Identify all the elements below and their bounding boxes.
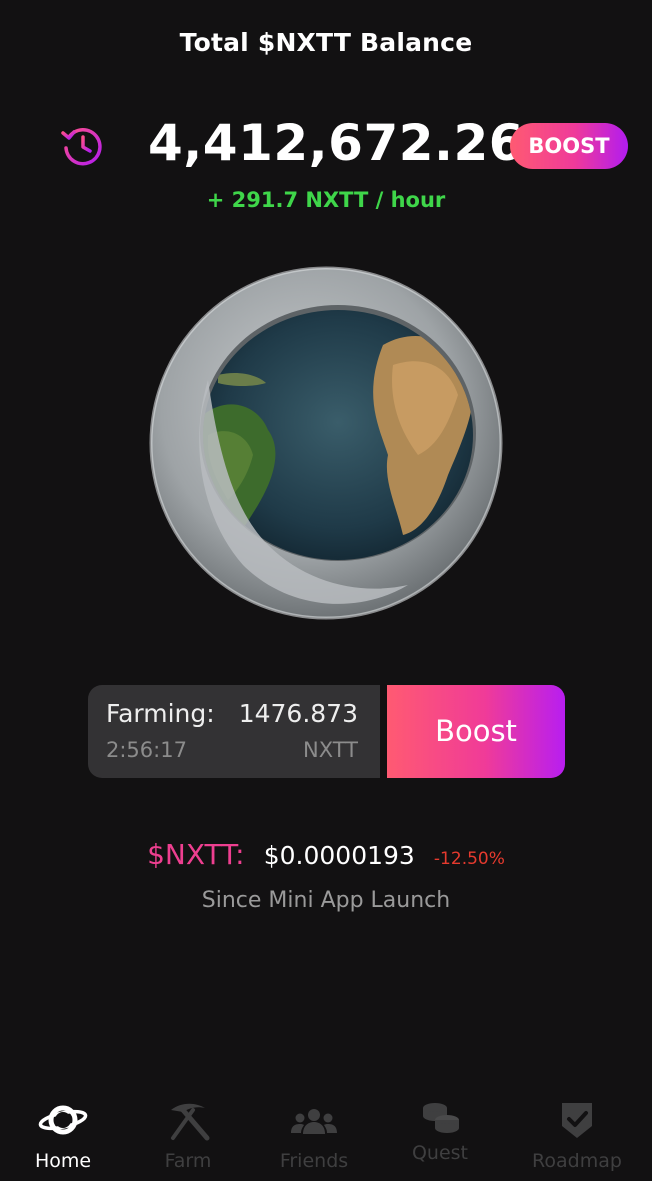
pickaxe-icon xyxy=(171,1103,210,1141)
price-since-label: Since Mini App Launch xyxy=(201,888,451,913)
users-icon xyxy=(291,1109,337,1134)
price-change: -12.50% xyxy=(433,849,505,869)
nav-label-roadmap: Roadmap xyxy=(532,1150,622,1172)
history-clock-icon[interactable] xyxy=(60,123,106,169)
planet-icon xyxy=(38,1105,88,1135)
boost-button[interactable]: Boost xyxy=(387,685,565,778)
nav-item-roadmap[interactable]: Roadmap xyxy=(517,1090,637,1181)
nav-item-friends[interactable]: Friends xyxy=(254,1090,374,1181)
price-label: $NXTT: xyxy=(147,838,245,871)
earth-globe-image xyxy=(149,266,503,620)
nav-label-quest: Quest xyxy=(411,1142,469,1164)
farming-card: Farming: 1476.873 2:56:17 NXTT xyxy=(88,685,380,778)
nav-item-quest[interactable]: Quest xyxy=(380,1090,500,1181)
nav-label-friends: Friends xyxy=(279,1150,349,1172)
price-value: $0.0000193 xyxy=(263,841,415,870)
boost-pill-button[interactable]: BOOST xyxy=(510,123,628,169)
shield-check-icon xyxy=(562,1103,592,1138)
farming-timer: 2:56:17 xyxy=(106,738,187,762)
farming-label: Farming: xyxy=(106,699,215,728)
farming-unit: NXTT xyxy=(302,738,358,762)
page-title: Total $NXTT Balance xyxy=(179,28,473,57)
nav-item-farm[interactable]: Farm xyxy=(128,1090,248,1181)
nav-item-home[interactable]: Home xyxy=(3,1090,123,1181)
nav-label-farm: Farm xyxy=(164,1150,212,1172)
balance-amount: 4,412,672.262 xyxy=(148,114,560,172)
coins-icon xyxy=(423,1103,459,1133)
earning-rate: + 291.7 NXTT / hour xyxy=(206,188,446,212)
token-price-row: $NXTT: $0.0000193 -12.50% xyxy=(0,838,652,871)
nav-label-home: Home xyxy=(34,1150,92,1172)
farming-amount: 1476.873 xyxy=(238,699,358,728)
bottom-nav: Home Farm Friends Quest Roadmap xyxy=(0,1090,652,1181)
